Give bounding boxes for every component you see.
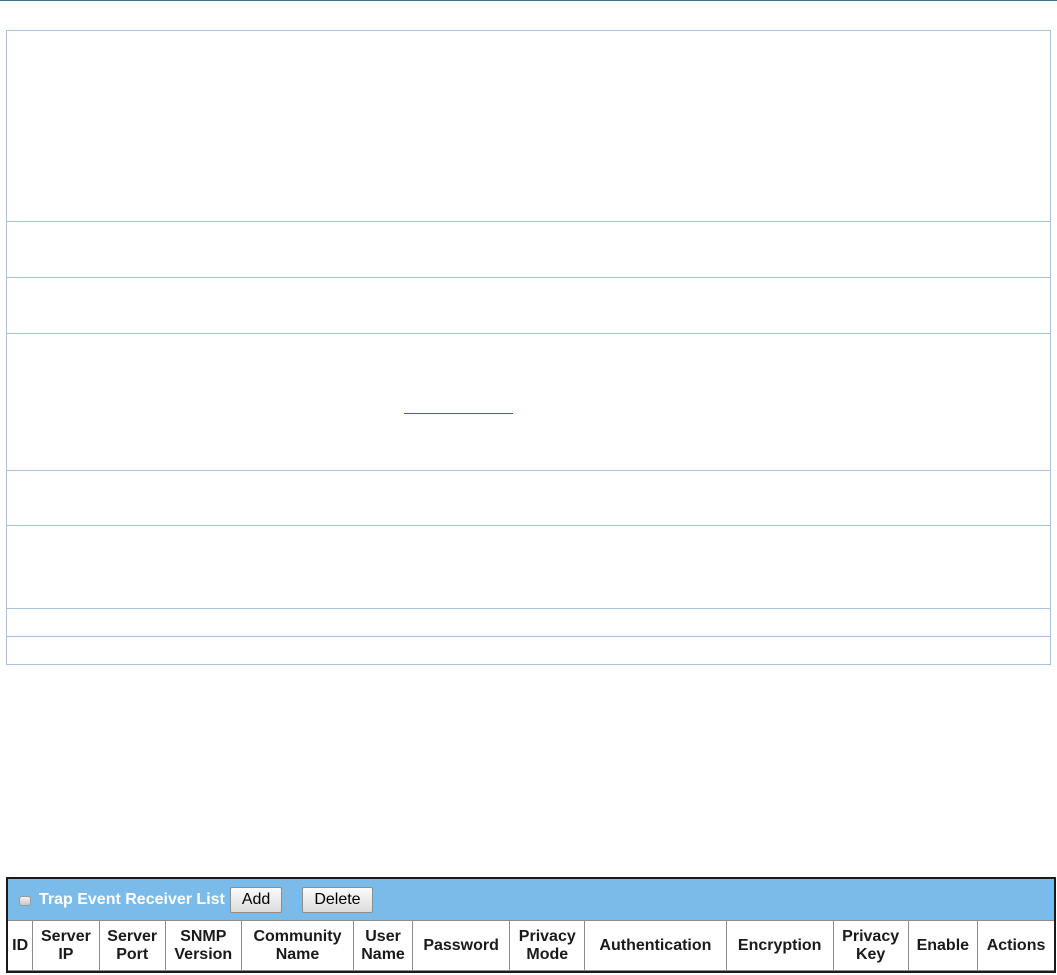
- column-header-privacy-mode: Privacy Mode: [509, 920, 586, 971]
- settings-row: [6, 30, 1051, 222]
- column-header-encryption: Encryption: [725, 920, 834, 971]
- column-header-row: ID Server IP Server Port SNMP Version Commu…: [8, 920, 1054, 971]
- settings-row: [6, 636, 1051, 665]
- column-header-actions: Actions: [977, 920, 1054, 971]
- column-header-privacy-key: Privacy Key: [832, 920, 909, 971]
- column-header-community-name: Community Name: [240, 920, 355, 971]
- toggle-icon[interactable]: [19, 895, 31, 906]
- settings-row: [6, 608, 1051, 637]
- settings-row: [6, 470, 1051, 526]
- column-header-enable: Enable: [907, 920, 979, 971]
- column-header-snmp-version: SNMP Version: [164, 920, 242, 971]
- column-header-user-name: User Name: [353, 920, 413, 971]
- settings-row: [6, 221, 1051, 278]
- settings-row: [6, 333, 1051, 471]
- trap-event-receiver-list: Trap Event Receiver List Add Delete ID S…: [6, 877, 1056, 973]
- red-underline-mark: [404, 413, 513, 414]
- top-divider: [0, 0, 1057, 1]
- settings-row: [6, 277, 1051, 334]
- settings-row: [6, 525, 1051, 609]
- column-header-authentication: Authentication: [584, 920, 727, 971]
- delete-button[interactable]: Delete: [302, 886, 373, 913]
- trap-list-columns: ID Server IP Server Port SNMP Version Commu…: [8, 920, 1054, 971]
- column-header-server-ip: Server IP: [32, 920, 100, 971]
- trap-list-title: Trap Event Receiver List: [39, 890, 225, 908]
- column-header-id: ID: [8, 920, 34, 971]
- column-header-password: Password: [411, 920, 511, 971]
- column-header-server-port: Server Port: [98, 920, 166, 971]
- add-button[interactable]: Add: [229, 886, 283, 913]
- trap-list-header: Trap Event Receiver List Add Delete: [8, 879, 1054, 920]
- settings-table: [6, 30, 1051, 665]
